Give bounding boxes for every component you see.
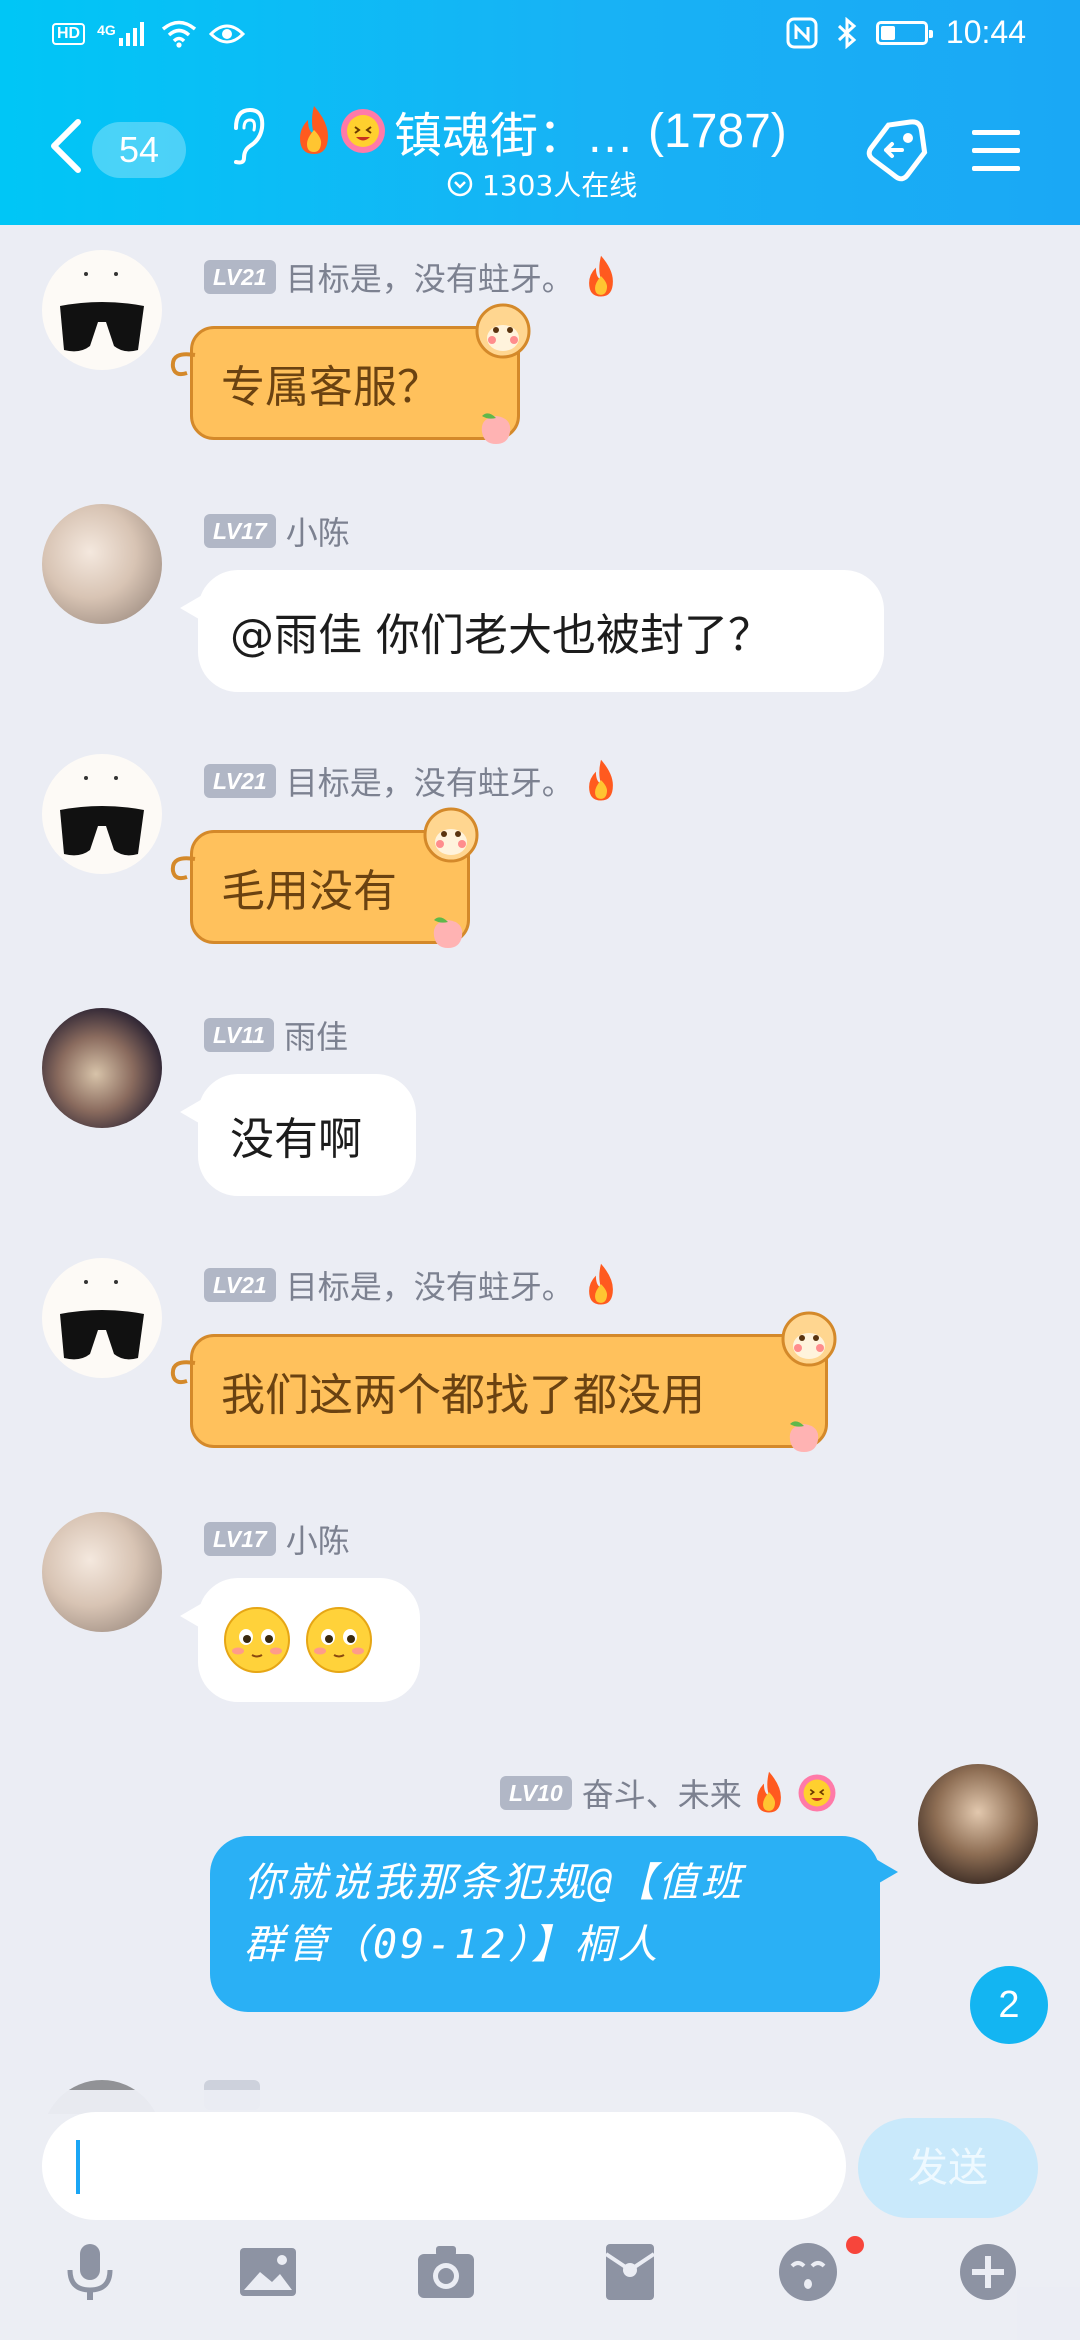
sender-name[interactable]: 目标是，没有蛀牙。	[286, 1262, 574, 1308]
laughing-emoji-icon	[341, 109, 385, 153]
signal-icon: 4G	[97, 22, 149, 46]
blushing-emoji-icon	[224, 1607, 290, 1673]
bluetooth-icon	[837, 16, 857, 49]
message-meta: LV21 目标是，没有蛀牙。	[204, 758, 618, 804]
image-icon[interactable]	[236, 2240, 300, 2304]
online-status: 1303人在线	[446, 164, 637, 204]
bubble-tail-icon	[170, 352, 196, 377]
message-meta: LV11 雨佳	[204, 1012, 348, 1058]
tag-icon[interactable]	[862, 114, 934, 186]
hd-icon: HD	[52, 23, 86, 45]
bubble-tail-icon	[170, 856, 196, 881]
status-bar: HD 4G 10:44	[0, 0, 1080, 72]
red-packet-icon[interactable]	[598, 2240, 662, 2304]
message-bubble[interactable]: @雨佳 你们老大也被封了？	[180, 570, 884, 692]
message-bubble[interactable]	[180, 1578, 420, 1702]
level-badge: LV21	[204, 260, 276, 294]
monkey-sticker-icon	[781, 1311, 837, 1367]
level-badge: LV21	[204, 1268, 276, 1302]
camera-icon[interactable]	[414, 2240, 478, 2304]
avatar[interactable]	[42, 754, 162, 874]
message-text-line: 群管（09-12）】桐人	[244, 1922, 661, 1968]
send-button[interactable]: 发送	[858, 2118, 1038, 2218]
message-bubble[interactable]: 没有啊	[180, 1074, 416, 1196]
message-text: 专属客服？	[221, 362, 441, 413]
message-bubble[interactable]: 我们这两个都找了都没用	[170, 1334, 828, 1448]
avatar[interactable]	[42, 1258, 162, 1378]
back-icon[interactable]	[46, 116, 86, 176]
message-input[interactable]	[42, 2112, 846, 2220]
message-meta: LV10 奋斗、未来	[500, 1770, 838, 1816]
sender-name[interactable]: 目标是，没有蛀牙。	[286, 254, 574, 300]
message-text: 我们这两个都找了都没用	[221, 1370, 705, 1421]
fire-icon	[588, 759, 613, 801]
level-badge: LV17	[204, 514, 276, 548]
online-check-icon	[447, 171, 473, 197]
group-name: 镇魂街：…	[394, 110, 635, 163]
microphone-icon[interactable]	[58, 2240, 122, 2304]
menu-icon[interactable]	[970, 124, 1022, 176]
laughing-emoji-icon	[798, 1774, 836, 1812]
avatar[interactable]	[42, 504, 162, 624]
sender-name[interactable]: 目标是，没有蛀牙。	[286, 758, 574, 804]
bubble-tail-icon	[170, 1360, 196, 1385]
level-badge: LV11	[204, 1018, 274, 1052]
level-badge: LV17	[204, 1522, 276, 1556]
unread-count-badge[interactable]: 54	[92, 122, 186, 178]
level-badge: LV10	[500, 1776, 572, 1810]
message-meta: LV21 目标是，没有蛀牙。	[204, 254, 618, 300]
member-count: (1787)	[648, 104, 787, 158]
blushing-emoji-icon	[306, 1607, 372, 1673]
avatar[interactable]	[918, 1764, 1038, 1884]
monkey-sticker-icon	[423, 807, 479, 863]
message-text: @雨佳 你们老大也被封了？	[230, 610, 772, 661]
fire-icon	[588, 255, 613, 297]
ear-icon[interactable]	[226, 106, 266, 166]
message-text: 没有啊	[230, 1114, 362, 1165]
plus-icon[interactable]	[956, 2240, 1020, 2304]
avatar[interactable]	[42, 250, 162, 370]
message-text: 毛用没有	[221, 866, 397, 917]
wifi-icon	[161, 20, 196, 48]
monkey-sticker-icon	[475, 303, 531, 359]
fire-icon	[588, 1263, 613, 1305]
message-bubble[interactable]: 专属客服？	[170, 326, 520, 440]
message-text-line: 你就说我那条犯规@【值班	[244, 1860, 745, 1906]
fire-icon	[756, 1771, 781, 1813]
group-title[interactable]: 镇魂街：… (1787)	[294, 96, 787, 166]
message-meta: LV17 小陈	[204, 508, 350, 554]
sender-name[interactable]: 雨佳	[284, 1012, 348, 1058]
new-message-badge[interactable]: 2	[970, 1966, 1048, 2044]
notification-dot	[846, 2236, 864, 2254]
sender-name[interactable]: 小陈	[286, 1516, 350, 1562]
message-meta: LV17 小陈	[204, 1516, 350, 1562]
nfc-icon	[786, 17, 818, 48]
input-bar: 发送	[0, 2090, 1080, 2340]
text-cursor	[76, 2140, 80, 2194]
emoji-icon[interactable]	[776, 2240, 840, 2304]
sender-name[interactable]: 小陈	[286, 508, 350, 554]
battery-icon	[875, 20, 933, 45]
peach-icon	[789, 1421, 819, 1452]
message-bubble[interactable]: 你就说我那条犯规@【值班 群管（09-12）】桐人	[210, 1836, 898, 2012]
chat-header: HD 4G 10:44 54 镇魂街：… (1787) 1303人在线	[0, 0, 1080, 225]
avatar[interactable]	[42, 1008, 162, 1128]
avatar[interactable]	[42, 1512, 162, 1632]
fire-icon	[300, 106, 328, 154]
level-badge: LV21	[204, 764, 276, 798]
sender-name[interactable]: 奋斗、未来	[582, 1770, 742, 1816]
peach-icon	[481, 413, 511, 444]
peach-icon	[433, 917, 463, 948]
online-count: 1303人在线	[482, 169, 638, 202]
eye-icon	[208, 24, 245, 44]
message-meta: LV21 目标是，没有蛀牙。	[204, 1262, 618, 1308]
status-clock: 10:44	[945, 14, 1026, 50]
